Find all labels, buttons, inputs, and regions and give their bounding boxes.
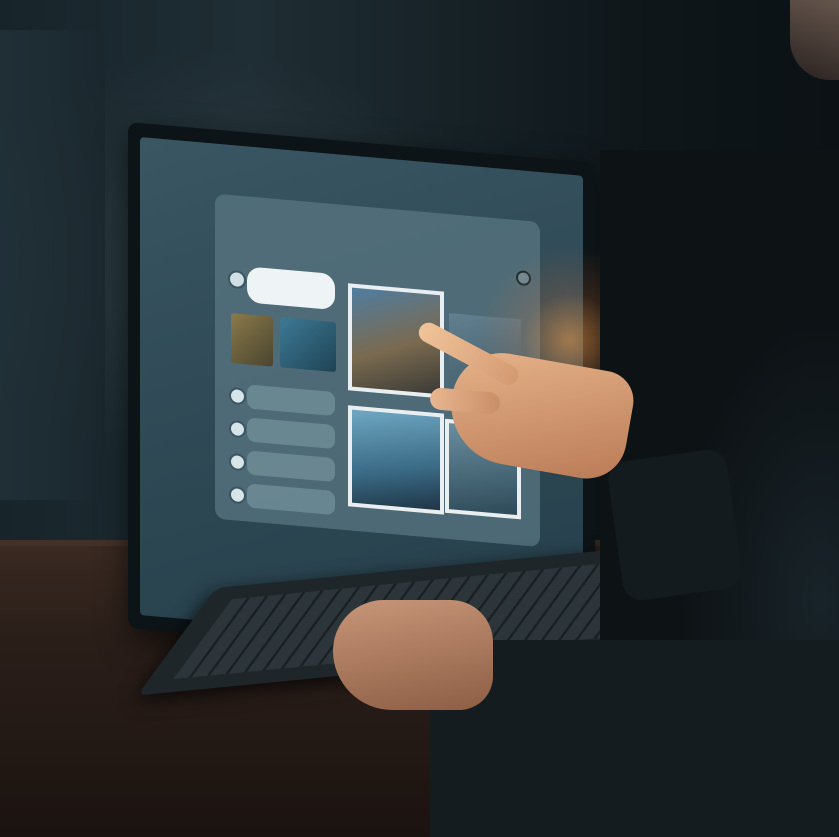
avatar-icon[interactable] (228, 269, 246, 290)
list-pill (247, 417, 335, 450)
right-sleeve (605, 447, 745, 603)
list-circle-icon (229, 485, 246, 505)
thumbnail-image[interactable] (231, 313, 273, 367)
list-pill (247, 450, 335, 483)
profile-card[interactable] (247, 266, 335, 311)
person-head (790, 0, 839, 80)
list-item[interactable] (229, 383, 335, 417)
list-item[interactable] (229, 482, 335, 516)
list-pill (247, 483, 335, 516)
left-hand-on-keyboard (333, 600, 493, 710)
background-wall-panel (0, 30, 105, 500)
list-circle-icon (229, 386, 246, 406)
list-pill (247, 384, 335, 417)
list-circle-icon (229, 419, 246, 439)
list-item[interactable] (229, 449, 335, 483)
photo-content (352, 409, 440, 511)
list-item[interactable] (229, 416, 335, 450)
photo-scene (0, 0, 839, 837)
thumbnail-image[interactable] (280, 317, 336, 373)
gallery-photo[interactable] (348, 405, 444, 515)
list-circle-icon (229, 452, 246, 472)
